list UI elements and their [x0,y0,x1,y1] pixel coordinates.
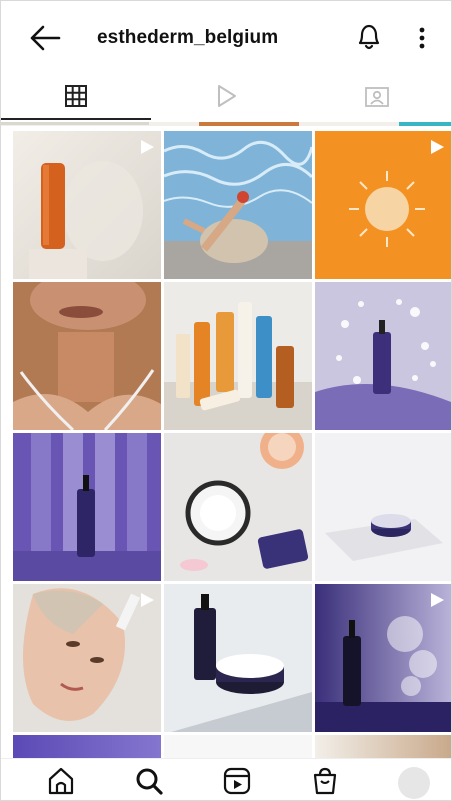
reels-play-icon [218,85,236,107]
reel-indicator-icon [431,593,444,607]
grid-post-2[interactable] [164,131,312,279]
profile-header: esthederm_belgium [1,1,451,73]
reels-icon[interactable] [221,765,253,797]
grid-post-9[interactable] [315,433,451,581]
reel-indicator-icon [141,593,154,607]
grid-post-7[interactable] [13,433,161,581]
app-frame: esthederm_belgium [0,0,452,801]
home-icon[interactable] [45,765,77,797]
profile-avatar[interactable] [398,767,430,799]
active-tab-indicator [1,118,151,120]
grid-post-8[interactable] [164,433,312,581]
tab-reels[interactable] [151,73,301,119]
tagged-photos-icon [365,87,389,107]
tab-tagged[interactable] [301,73,451,119]
reel-indicator-icon [431,140,444,154]
grid-post-6[interactable] [315,282,451,430]
more-options-icon[interactable] [415,23,429,53]
profile-username: esthederm_belgium [97,27,279,48]
grid-post-5[interactable] [164,282,312,430]
search-icon[interactable] [133,765,165,797]
grid-post-1[interactable] [13,131,161,279]
grid-post-11[interactable] [164,584,312,732]
grid-post-3[interactable] [315,131,451,279]
grid-post-4[interactable] [13,282,161,430]
posts-grid [1,122,451,762]
shop-icon[interactable] [309,765,341,797]
profile-tabs [1,73,451,121]
grid-icon [65,85,87,107]
grid-post-10[interactable] [13,584,161,732]
bell-icon[interactable] [355,21,383,53]
grid-post-12[interactable] [315,584,451,732]
reel-indicator-icon [141,140,154,154]
previous-row-strip [1,122,451,126]
back-arrow-icon[interactable] [29,23,63,53]
bottom-navigation [1,758,451,800]
tab-grid[interactable] [1,73,151,120]
